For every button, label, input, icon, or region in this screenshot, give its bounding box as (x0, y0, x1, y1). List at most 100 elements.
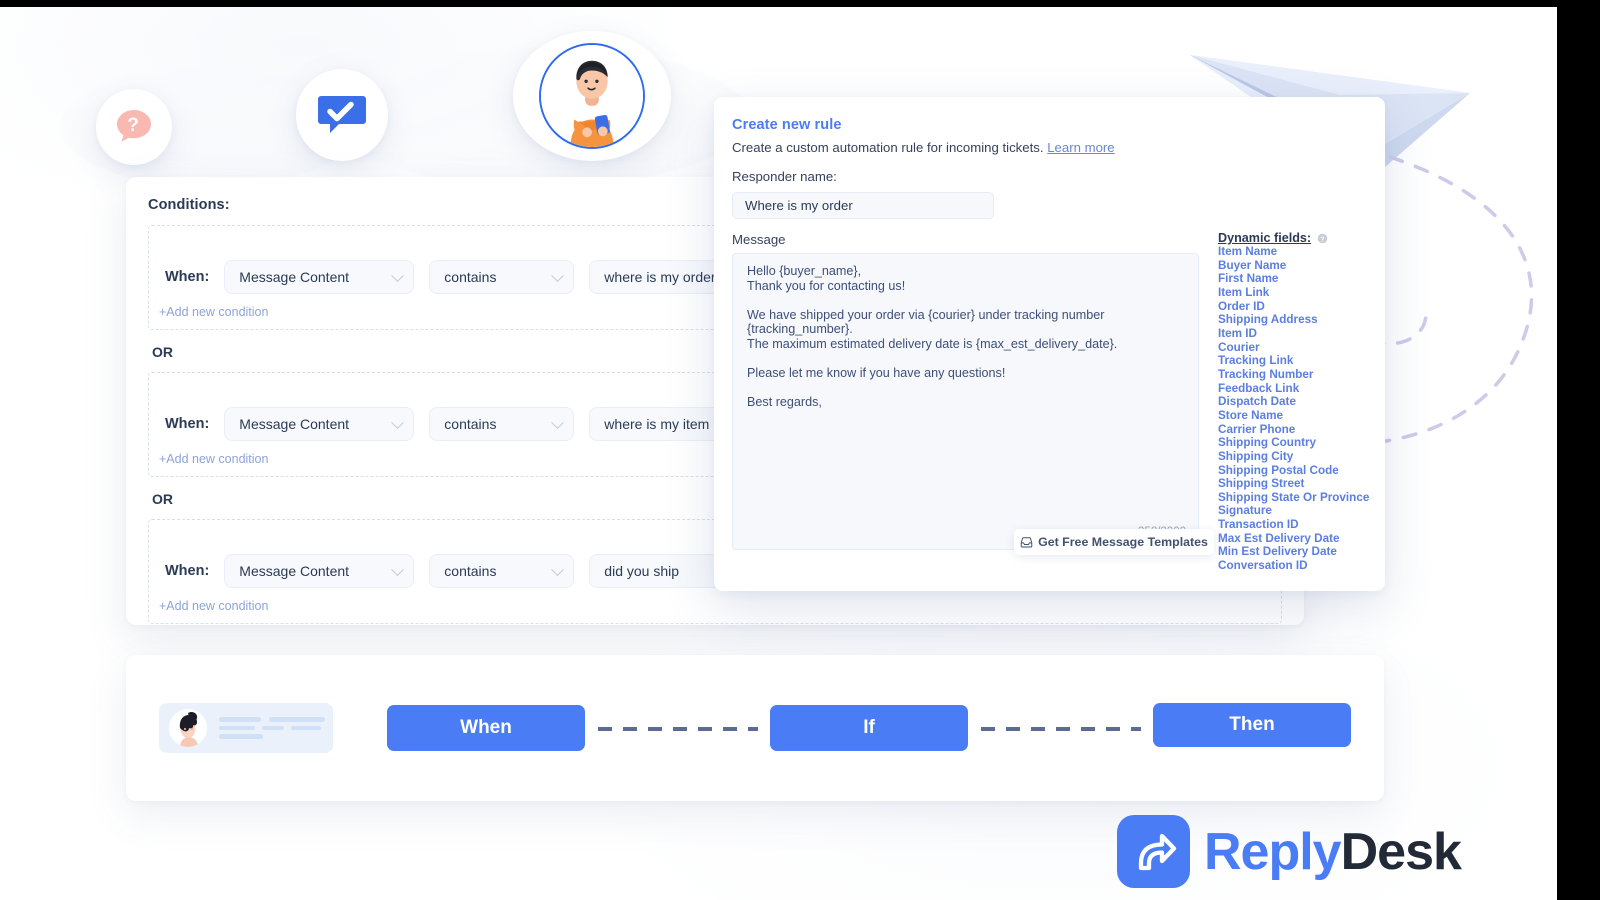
dynamic-field-item[interactable]: Dispatch Date (1218, 395, 1398, 409)
condition-field-select[interactable]: Message Content (224, 407, 414, 441)
automation-flow-card: When If Then (126, 655, 1384, 801)
dynamic-field-item[interactable]: Item Name (1218, 245, 1398, 259)
svg-text:?: ? (1320, 236, 1324, 243)
dynamic-fields-panel: Dynamic fields: ? Item NameBuyer NameFir… (1218, 231, 1398, 573)
message-textarea[interactable]: Hello {buyer_name}, Thank you for contac… (732, 253, 1199, 550)
dynamic-field-item[interactable]: Order ID (1218, 300, 1398, 314)
inbox-icon (1020, 536, 1033, 549)
avatar-ring (539, 43, 645, 149)
dynamic-field-item[interactable]: Courier (1218, 341, 1398, 355)
condition-comparator-value: contains (444, 269, 496, 285)
chevron-down-icon (551, 269, 564, 282)
question-mark-bubble-icon: ? (111, 104, 157, 150)
flow-step-if-button[interactable]: If (770, 705, 968, 751)
dynamic-field-item[interactable]: Shipping Address (1218, 313, 1398, 327)
chat-check-badge (296, 69, 388, 161)
message-textarea-value: Hello {buyer_name}, Thank you for contac… (747, 264, 1184, 410)
flow-connector-if-then (981, 727, 1141, 731)
dynamic-field-item[interactable]: Store Name (1218, 409, 1398, 423)
dynamic-field-item[interactable]: Carrier Phone (1218, 423, 1398, 437)
condition-comparator-select[interactable]: contains (429, 260, 574, 294)
templates-button-label: Get Free Message Templates (1038, 535, 1208, 549)
dynamic-field-item[interactable]: Buyer Name (1218, 259, 1398, 273)
flow-contact-card (159, 703, 333, 753)
modal-subtitle-text: Create a custom automation rule for inco… (732, 140, 1044, 155)
customer-avatar-badge (513, 31, 671, 161)
when-label: When: (165, 416, 209, 432)
dynamic-field-item[interactable]: Shipping Postal Code (1218, 464, 1398, 478)
dynamic-field-item[interactable]: First Name (1218, 272, 1398, 286)
reply-arrow-icon (1129, 827, 1179, 877)
svg-text:?: ? (127, 115, 139, 136)
placeholder-line (219, 726, 255, 731)
flow-step-when-button[interactable]: When (387, 705, 585, 751)
chevron-down-icon (391, 269, 404, 282)
dynamic-field-item[interactable]: Signature (1218, 504, 1398, 518)
dynamic-field-item[interactable]: Conversation ID (1218, 559, 1398, 573)
chevron-down-icon (551, 563, 564, 576)
customer-avatar-illustration-icon (541, 44, 643, 148)
condition-field-select[interactable]: Message Content (224, 554, 414, 588)
replydesk-logo: ReplyDesk (1117, 815, 1461, 888)
placeholder-line (262, 726, 284, 731)
dynamic-fields-list: Item NameBuyer NameFirst NameItem LinkOr… (1218, 245, 1398, 573)
help-bubble-badge: ? (96, 89, 172, 165)
condition-value-text: did you ship (604, 563, 679, 579)
avatar (169, 709, 207, 747)
add-new-condition-link[interactable]: +Add new condition (159, 599, 1281, 613)
responder-name-label: Responder name: (732, 169, 1361, 184)
dynamic-field-item[interactable]: Max Est Delivery Date (1218, 532, 1398, 546)
replydesk-wordmark: ReplyDesk (1204, 822, 1461, 882)
modal-title: Create new rule (732, 117, 1361, 133)
screenshot-root: ? (0, 0, 1600, 900)
dynamic-field-item[interactable]: Item ID (1218, 327, 1398, 341)
dynamic-field-item[interactable]: Min Est Delivery Date (1218, 545, 1398, 559)
dynamic-field-item[interactable]: Transaction ID (1218, 518, 1398, 532)
placeholder-line (291, 726, 321, 731)
learn-more-link[interactable]: Learn more (1047, 140, 1114, 155)
get-free-message-templates-button[interactable]: Get Free Message Templates (1014, 529, 1214, 555)
dynamic-fields-heading-text: Dynamic fields: (1218, 231, 1311, 245)
flow-step-when-label: When (460, 717, 512, 739)
condition-comparator-value: contains (444, 563, 496, 579)
dynamic-field-item[interactable]: Feedback Link (1218, 382, 1398, 396)
dynamic-field-item[interactable]: Shipping Country (1218, 436, 1398, 450)
logo-text-desk: Desk (1341, 823, 1461, 881)
dynamic-field-item[interactable]: Shipping State Or Province (1218, 491, 1398, 505)
condition-comparator-value: contains (444, 416, 496, 432)
when-label: When: (165, 269, 209, 285)
condition-value-text: where is my order (604, 269, 715, 285)
condition-comparator-select[interactable]: contains (429, 407, 574, 441)
dynamic-field-item[interactable]: Tracking Number (1218, 368, 1398, 382)
condition-field-value: Message Content (239, 563, 349, 579)
placeholder-line (219, 717, 261, 722)
help-circle-icon[interactable]: ? (1317, 233, 1328, 244)
responder-name-input[interactable]: Where is my order (732, 192, 994, 219)
when-label: When: (165, 563, 209, 579)
condition-field-value: Message Content (239, 269, 349, 285)
replydesk-logo-mark (1117, 815, 1190, 888)
logo-text-reply: Reply (1204, 823, 1341, 881)
placeholder-line (269, 717, 325, 722)
chat-check-bubble-icon (313, 86, 371, 144)
placeholder-text-lines (219, 717, 325, 739)
flow-step-if-label: If (863, 717, 875, 739)
dynamic-fields-heading: Dynamic fields: ? (1218, 231, 1398, 245)
condition-field-select[interactable]: Message Content (224, 260, 414, 294)
condition-field-value: Message Content (239, 416, 349, 432)
responder-name-value: Where is my order (745, 198, 853, 213)
flow-step-then-button[interactable]: Then (1153, 703, 1351, 747)
flow-step-then-label: Then (1229, 714, 1274, 736)
dynamic-field-item[interactable]: Tracking Link (1218, 354, 1398, 368)
condition-comparator-select[interactable]: contains (429, 554, 574, 588)
dynamic-field-item[interactable]: Shipping City (1218, 450, 1398, 464)
woman-avatar-icon (169, 709, 207, 747)
dynamic-field-item[interactable]: Shipping Street (1218, 477, 1398, 491)
modal-subtitle: Create a custom automation rule for inco… (732, 140, 1361, 155)
chevron-down-icon (551, 416, 564, 429)
app-stage: ? (0, 7, 1557, 900)
chevron-down-icon (391, 563, 404, 576)
flow-connector-when-if (598, 727, 758, 731)
chevron-down-icon (391, 416, 404, 429)
dynamic-field-item[interactable]: Item Link (1218, 286, 1398, 300)
